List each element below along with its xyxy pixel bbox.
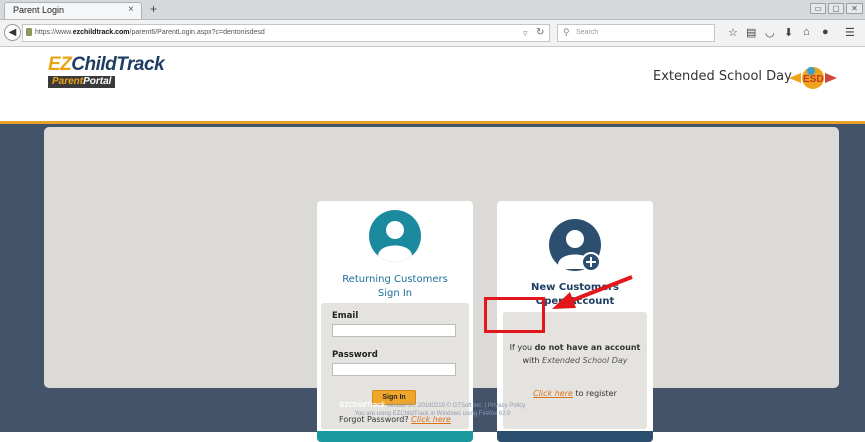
register-link[interactable]: Click here — [533, 389, 573, 398]
site-identity-icon[interactable] — [26, 28, 32, 36]
register-text: Click here to register — [533, 389, 617, 398]
browser-nav-bar: ◀ https://www.ezchildtrack.com/parent6/P… — [0, 20, 865, 47]
password-field[interactable] — [332, 363, 456, 376]
card-footer-bar — [317, 431, 473, 442]
menu-icon[interactable]: ☰ — [845, 26, 855, 39]
user-avatar-icon — [369, 210, 421, 262]
close-window-icon[interactable]: ✕ — [846, 3, 863, 14]
url-dropdown-icon[interactable]: ▿ — [523, 28, 528, 39]
new-tab-icon[interactable]: + — [150, 2, 157, 16]
site-header: EZChildTrack ParentPortal Extended Schoo… — [0, 47, 865, 121]
browser-tab-bar: Parent Login × + ▭ ▢ ✕ — [0, 0, 865, 20]
password-label: Password — [332, 350, 378, 360]
esd-logo-icon: ESD — [789, 67, 837, 89]
browser-tab[interactable]: Parent Login × — [4, 2, 142, 19]
footer-browser-info: You are using EZChildTrack in Windows us… — [354, 411, 511, 417]
returning-title-line1: Returning Customers — [342, 274, 448, 285]
add-user-avatar-icon — [549, 219, 601, 272]
download-icon[interactable]: ⬇ — [784, 26, 793, 39]
footer-version: EZChildTrack Version 5.7.20180219 © GTSo… — [339, 402, 526, 409]
browser-search-bar[interactable]: ⚲ Search — [557, 24, 715, 42]
brand-text: Extended School Day — [653, 69, 792, 84]
tab-close-icon[interactable]: × — [128, 4, 134, 15]
email-field[interactable] — [332, 324, 456, 337]
page-content: EZChildTrack ParentPortal Extended Schoo… — [0, 47, 865, 442]
no-account-text: If you do not have an account with Exten… — [509, 343, 641, 365]
url-bar[interactable]: https://www.ezchildtrack.com/parent6/Par… — [22, 24, 550, 42]
maximize-icon[interactable]: ▢ — [828, 3, 844, 14]
reload-icon[interactable]: ↻ — [536, 27, 544, 38]
url-text: https://www.ezchildtrack.com/parent6/Par… — [35, 29, 265, 36]
back-arrow-icon[interactable]: ◀ — [4, 24, 21, 41]
card-footer-bar — [497, 431, 653, 442]
email-label: Email — [332, 311, 359, 321]
home-icon[interactable]: ⌂ — [803, 26, 810, 38]
search-placeholder: Search — [576, 29, 599, 36]
annotation-arrow-icon — [552, 275, 633, 309]
search-icon: ⚲ — [563, 27, 570, 37]
tab-title: Parent Login — [13, 5, 65, 15]
login-panel: Returning Customers Sign In Email Passwo… — [44, 127, 839, 442]
pocket-icon[interactable]: ◡ — [765, 26, 775, 39]
bookmark-star-icon[interactable]: ☆ — [728, 26, 738, 39]
returning-title-line2: Sign In — [377, 288, 413, 299]
chat-icon[interactable]: ● — [822, 26, 829, 38]
ezchildtrack-logo[interactable]: EZChildTrack — [48, 54, 165, 76]
parent-portal-logo: ParentPortal — [48, 76, 116, 88]
orange-divider — [0, 121, 865, 124]
esd-badge-text: ESD — [803, 74, 824, 85]
reading-list-icon[interactable]: ▤ — [746, 26, 756, 39]
annotation-highlight-box — [484, 297, 545, 333]
minimize-icon[interactable]: ▭ — [810, 3, 826, 14]
